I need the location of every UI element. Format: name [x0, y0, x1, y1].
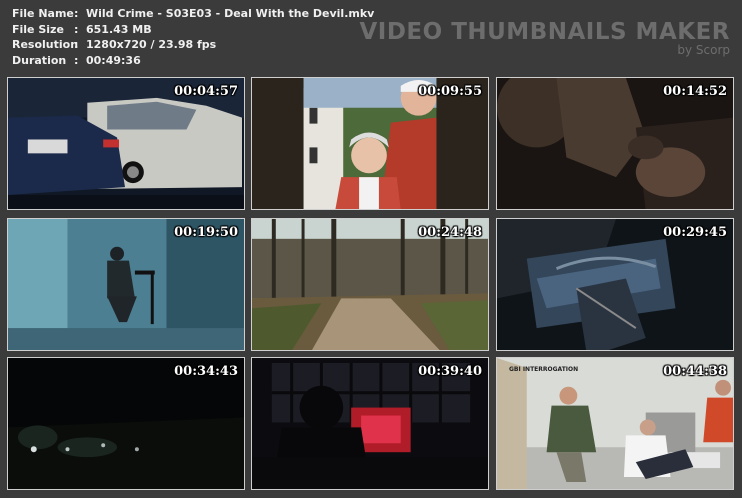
thumbnail-4[interactable]: 00:19:50: [7, 218, 245, 351]
timestamp-label: 00:44:38: [663, 364, 727, 379]
thumbnail-6[interactable]: 00:29:45: [496, 218, 734, 351]
thumbnail-3[interactable]: 00:14:52: [496, 77, 734, 210]
timestamp-label: 00:29:45: [663, 225, 727, 240]
thumbnail-7[interactable]: 00:34:43: [7, 357, 245, 490]
thumbnail-8[interactable]: 00:39:40: [251, 357, 489, 490]
thumbnail-2[interactable]: 00:09:55: [251, 77, 489, 210]
timestamp-label: 00:24:48: [418, 225, 482, 240]
thumbnail-grid: 00:04:57 00:09:55 00:14:52 00:19:50 00:2…: [0, 0, 742, 498]
thumbnail-1[interactable]: 00:04:57: [7, 77, 245, 210]
timestamp-label: 00:04:57: [174, 84, 238, 99]
video-overlay-caption: GBI INTERROGATION: [509, 366, 579, 373]
timestamp-label: 00:09:55: [418, 84, 482, 99]
timestamp-label: 00:39:40: [418, 364, 482, 379]
timestamp-label: 00:14:52: [663, 84, 727, 99]
thumbnail-5[interactable]: 00:24:48: [251, 218, 489, 351]
timestamp-label: 00:19:50: [174, 225, 238, 240]
timestamp-label: 00:34:43: [174, 364, 238, 379]
thumbnail-9[interactable]: GBI INTERROGATION 00:44:38: [496, 357, 734, 490]
